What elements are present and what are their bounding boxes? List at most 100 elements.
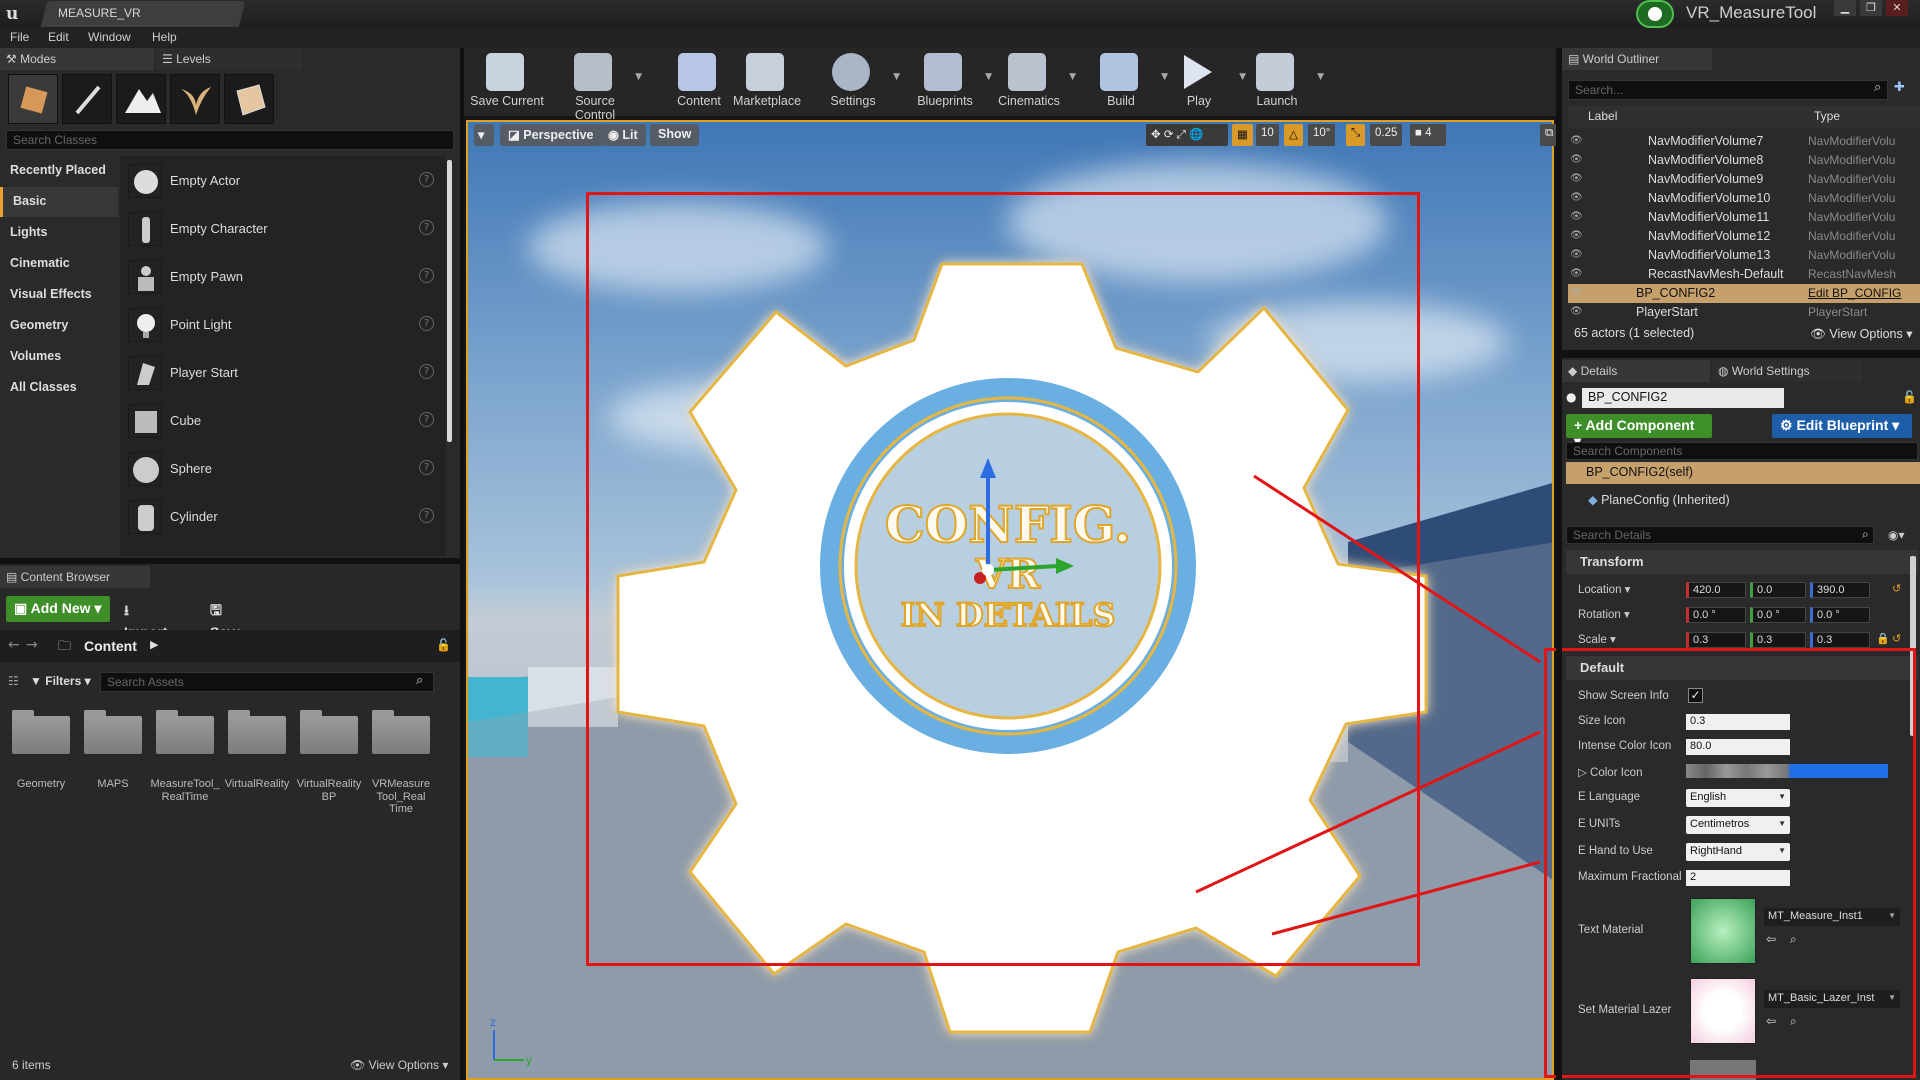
grid-snap-icon[interactable]: ▦ (1232, 124, 1253, 146)
dropdown-arrow-icon[interactable]: ▼ (1317, 72, 1324, 82)
list-item[interactable]: Cylinder? (120, 494, 446, 542)
list-item[interactable]: Empty Pawn? (120, 254, 446, 302)
component-planeconfig-row[interactable]: ◆ PlaneConfig (Inherited) (1588, 492, 1730, 507)
help-icon[interactable]: ? (419, 508, 434, 523)
rotation-snap-icon[interactable]: △ (1284, 124, 1303, 146)
search-details-input[interactable]: Search Details (1566, 526, 1874, 544)
launch-button[interactable]: Launch ▼ (1236, 48, 1324, 114)
outliner-search-input[interactable]: Search... (1568, 80, 1888, 100)
scale-x-field[interactable]: 0.3 (1686, 632, 1746, 648)
minimize-button[interactable]: ▁ (1834, 0, 1856, 16)
blueprints-button[interactable]: Blueprints ▼ (904, 48, 992, 114)
location-x-field[interactable]: 420.0 (1686, 582, 1746, 598)
lock-icon[interactable]: 🔓 (436, 638, 451, 652)
rotation-z-field[interactable]: 0.0 ° (1810, 607, 1870, 623)
build-button[interactable]: Build ▼ (1080, 48, 1168, 114)
dropdown-arrow-icon[interactable]: ▼ (635, 72, 642, 82)
visibility-eye-icon[interactable]: 👁 (1570, 135, 1584, 147)
cinematics-button[interactable]: Cinematics ▼ (988, 48, 1076, 114)
grid-view-icon[interactable] (1864, 527, 1886, 545)
dropdown-arrow-icon[interactable]: ▼ (1069, 72, 1076, 82)
search-classes-input[interactable]: Search Classes (6, 130, 454, 150)
source-control-button[interactable]: Source Control ▼ (554, 48, 642, 122)
tab-levels[interactable]: ☰ Levels (156, 48, 302, 70)
list-item[interactable]: Empty Character? (120, 206, 446, 254)
help-icon[interactable]: ? (419, 172, 434, 187)
filters-button[interactable]: ▼ Filters ▾ (30, 674, 91, 688)
add-component-button[interactable]: + Add Component ▾ (1566, 414, 1712, 449)
transform-section-header[interactable]: Transform (1566, 550, 1918, 574)
visibility-eye-icon[interactable]: 👁 (1570, 230, 1584, 242)
table-row[interactable]: 👁 PlayerStart PlayerStart (1568, 303, 1920, 322)
close-button[interactable]: ✕ (1886, 0, 1908, 16)
splitter[interactable] (0, 558, 460, 564)
perspective-button[interactable]: ◪ Perspective (500, 124, 602, 146)
list-item[interactable]: MeasureTool_ RealTime (150, 708, 220, 818)
transform-mode-icons[interactable]: ✥ ⟳ ⤢ 🌐 (1146, 124, 1228, 146)
search-icon[interactable]: ⌕ (1874, 80, 1881, 95)
category-volumes[interactable]: Volumes (0, 342, 118, 372)
scale-z-field[interactable]: 0.3 (1810, 632, 1870, 648)
table-row[interactable]: 👁 NavModifierVolume9 NavModifierVolu (1568, 170, 1920, 189)
rotation-x-field[interactable]: 0.0 ° (1686, 607, 1746, 623)
place-mode-icon[interactable] (8, 74, 58, 124)
component-self-row[interactable]: BP_CONFIG2(self) (1566, 462, 1920, 484)
scale-label[interactable]: Scale ▾ (1578, 632, 1616, 646)
help-icon[interactable]: ? (419, 316, 434, 331)
table-row[interactable]: 👁 NavModifierVolume12 NavModifierVolu (1568, 227, 1920, 246)
path-chevron-icon[interactable]: ▶ (150, 638, 158, 651)
table-row[interactable]: 👁 NavModifierVolume7 NavModifierVolu (1568, 132, 1920, 151)
tab-content-browser[interactable]: ▤ Content Browser (0, 566, 150, 588)
table-row[interactable]: 👁 NavModifierVolume8 NavModifierVolu (1568, 151, 1920, 170)
category-cinematic[interactable]: Cinematic (0, 249, 118, 279)
forward-arrow-icon[interactable]: → (26, 637, 38, 653)
rotation-y-field[interactable]: 0.0 ° (1750, 607, 1806, 623)
table-row[interactable]: 👁 NavModifierVolume13 NavModifierVolu (1568, 246, 1920, 265)
location-z-field[interactable]: 390.0 (1810, 582, 1870, 598)
menu-help[interactable]: Help (152, 30, 177, 44)
visibility-eye-icon[interactable]: 👁 (1570, 173, 1584, 185)
category-all-classes[interactable]: All Classes (0, 373, 118, 403)
scale-snap-icon[interactable]: ⤡ (1346, 124, 1366, 146)
visibility-eye-icon[interactable]: 👁 (1570, 306, 1584, 318)
help-icon[interactable]: ? (419, 364, 434, 379)
table-row[interactable]: 👁 NavModifierVolume10 NavModifierVolu (1568, 189, 1920, 208)
reset-icon[interactable]: ↺ (1892, 582, 1901, 595)
geometry-edit-mode-icon[interactable] (224, 74, 274, 124)
add-new-button[interactable]: ▣ Add New ▾ (6, 596, 110, 622)
rotation-label[interactable]: Rotation ▾ (1578, 607, 1630, 621)
marketplace-button[interactable]: Marketplace (726, 48, 808, 114)
foliage-mode-icon[interactable] (170, 74, 220, 124)
maximize-button[interactable]: ❐ (1860, 0, 1882, 16)
help-icon[interactable]: ? (419, 268, 434, 283)
location-label[interactable]: Location ▾ (1578, 582, 1630, 596)
path-content[interactable]: Content (84, 638, 137, 654)
placeable-scrollbar[interactable] (447, 160, 452, 442)
view-options-button[interactable]: 👁 View Options ▾ (350, 1058, 448, 1072)
sources-toggle-icon[interactable]: ☷ (8, 674, 19, 688)
help-icon[interactable]: ? (419, 460, 434, 475)
list-item[interactable]: Geometry (8, 708, 74, 818)
list-item[interactable]: Empty Actor? (120, 158, 446, 206)
scale-snap-value[interactable]: 0.25 (1370, 124, 1403, 146)
splitter[interactable] (1556, 48, 1562, 1080)
location-y-field[interactable]: 0.0 (1750, 582, 1806, 598)
list-item[interactable]: Player Start? (120, 350, 446, 398)
lit-button[interactable]: ◉ Lit (600, 124, 646, 146)
category-basic[interactable]: Basic (0, 187, 118, 217)
tab-world-outliner[interactable]: ▤ World Outliner (1562, 48, 1712, 70)
scale-lock-icon[interactable]: 🔒 (1876, 632, 1890, 645)
visibility-eye-icon[interactable]: 👁 (1570, 154, 1584, 166)
help-icon[interactable]: ? (419, 412, 434, 427)
add-filter-icon[interactable]: ✚ (1894, 80, 1905, 95)
save-current-button[interactable]: Save Current (466, 48, 548, 114)
list-item[interactable]: Point Light? (120, 302, 446, 350)
scale-y-field[interactable]: 0.3 (1750, 632, 1806, 648)
category-lights[interactable]: Lights (0, 218, 118, 248)
lock-icon[interactable]: 🔓 (1902, 390, 1917, 404)
search-assets-input[interactable]: Search Assets (100, 672, 434, 692)
tab-world-settings[interactable]: ◍ World Settings (1712, 360, 1862, 382)
back-arrow-icon[interactable]: ← (8, 637, 20, 653)
visibility-filter-icon[interactable]: ◉▾ (1888, 528, 1905, 542)
settings-button[interactable]: Settings ▼ (812, 48, 900, 114)
